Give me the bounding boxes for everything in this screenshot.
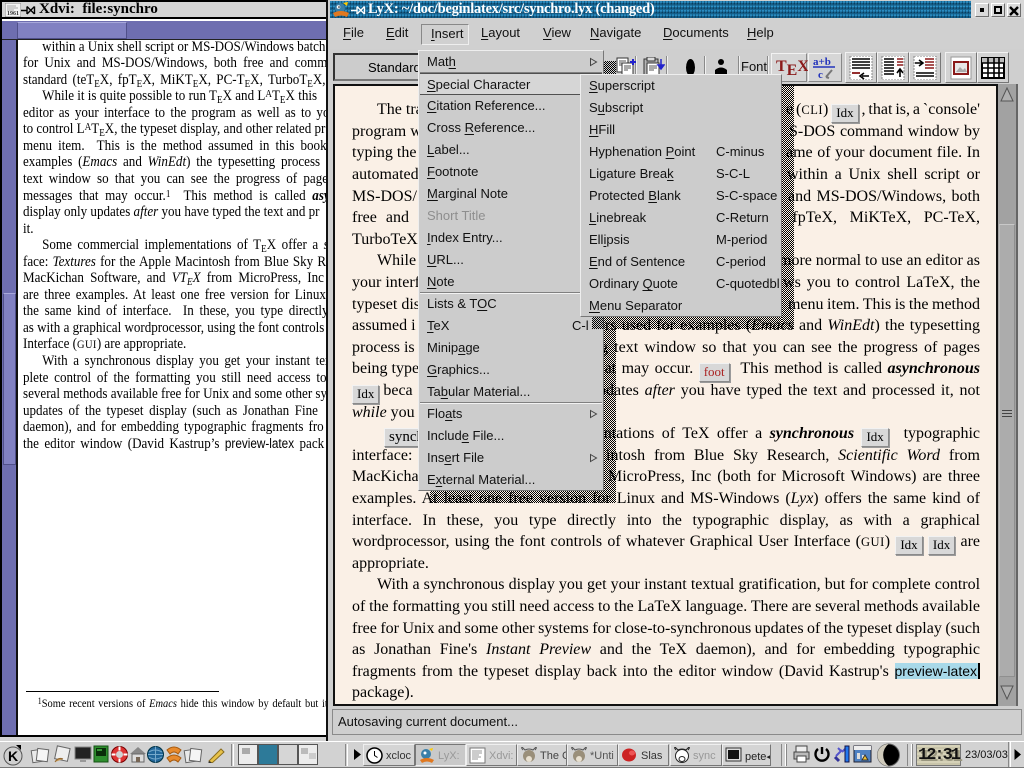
svg-text:a+b: a+b xyxy=(813,56,831,68)
svg-text:c: c xyxy=(818,69,823,80)
svg-text:K: K xyxy=(8,748,18,764)
svg-text:1961: 1961 xyxy=(7,11,19,17)
